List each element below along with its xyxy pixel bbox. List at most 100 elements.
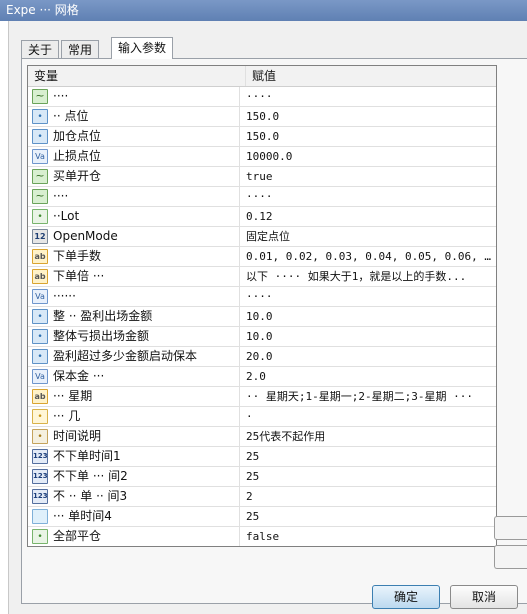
string-icon: ab [32, 269, 48, 284]
table-row[interactable]: 买单开仓 true [28, 166, 496, 186]
parameter-name-cell[interactable]: ab 下单手数 [28, 247, 240, 266]
parameter-value[interactable]: 25 [240, 467, 496, 486]
parameter-name-cell[interactable]: 123 不下单 ··· 间2 [28, 467, 240, 486]
table-row[interactable]: 整体亏损出场金额 10.0 [28, 326, 496, 346]
parameter-value[interactable]: 2 [240, 487, 496, 506]
enum-icon: 12 [32, 229, 48, 244]
parameter-name-cell[interactable]: 买单开仓 [28, 167, 240, 186]
parameter-name-cell[interactable]: Va 保本金 ··· [28, 367, 240, 386]
table-row[interactable]: 123 不 ·· 单 ·· 间3 2 [28, 486, 496, 506]
parameter-name: ··Lot [53, 209, 80, 223]
parameter-name-cell[interactable]: ···· [28, 187, 240, 206]
double-value-icon [32, 109, 48, 124]
parameter-name-cell[interactable]: 12 OpenMode [28, 227, 240, 246]
table-row[interactable]: ···· ···· [28, 186, 496, 206]
parameter-name-cell[interactable]: ab ··· 星期 [28, 387, 240, 406]
parameter-name-cell[interactable]: 加仓点位 [28, 127, 240, 146]
table-row[interactable]: 全部平仓 false [28, 526, 496, 546]
table-row[interactable]: 12 OpenMode 固定点位 [28, 226, 496, 246]
save-button[interactable] [494, 545, 527, 569]
parameter-name: 止损点位 [53, 149, 102, 163]
parameter-value[interactable]: 10.0 [240, 307, 496, 326]
table-row[interactable]: ab 下单倍 ··· 以下 ···· 如果大于1，就是以上的手数... [28, 266, 496, 286]
parameter-name-cell[interactable]: ab 下单倍 ··· [28, 267, 240, 286]
table-row[interactable]: 整 ·· 盈利出场金额 10.0 [28, 306, 496, 326]
parameter-value[interactable]: 25代表不起作用 [240, 427, 496, 446]
parameter-name-cell[interactable]: ·· 点位 [28, 107, 240, 126]
parameter-name: ·· 点位 [53, 109, 89, 123]
parameter-value[interactable]: 0.01, 0.02, 0.03, 0.04, 0.05, 0.06, 0.0.… [240, 247, 496, 266]
parameter-name-cell[interactable]: ··· 单时间4 [28, 507, 240, 526]
value-icon: Va [32, 369, 48, 384]
parameter-name-cell[interactable]: 盈利超过多少金额启动保本 [28, 347, 240, 366]
parameter-value[interactable]: 10000.0 [240, 147, 496, 166]
parameter-value[interactable]: 以下 ···· 如果大于1，就是以上的手数... [240, 267, 496, 286]
column-header-value[interactable]: 赋值 [246, 66, 496, 86]
parameter-value[interactable]: 2.0 [240, 367, 496, 386]
table-header: 变量 赋值 [28, 66, 496, 87]
tab-inputs[interactable]: 输入参数 [111, 37, 174, 59]
parameter-name: 不下单 ··· 间2 [53, 469, 128, 483]
tab-common[interactable]: 常用 [61, 40, 100, 59]
table-row[interactable]: 时间说明 25代表不起作用 [28, 426, 496, 446]
table-row[interactable]: 加仓点位 150.0 [28, 126, 496, 146]
ok-button[interactable]: 确定 [372, 585, 440, 609]
string-icon: ab [32, 389, 48, 404]
table-row[interactable]: ab ··· 星期 ·· 星期天;1-星期一;2-星期二;3-星期 ··· [28, 386, 496, 406]
parameter-name: ··· 星期 [53, 389, 93, 403]
parameters-table[interactable]: 变量 赋值 ···· ···· ·· 点位 150.0 加仓点位 150.0 Va 止损点位 1… [27, 65, 497, 547]
parameter-value[interactable]: 20.0 [240, 347, 496, 366]
parameter-value[interactable]: 固定点位 [240, 227, 496, 246]
table-row[interactable]: ··· 单时间4 25 [28, 506, 496, 526]
table-row[interactable]: ··Lot 0.12 [28, 206, 496, 226]
parameter-name-cell[interactable]: Va 止损点位 [28, 147, 240, 166]
parameter-value[interactable]: 10.0 [240, 327, 496, 346]
parameter-value[interactable]: ···· [240, 87, 496, 106]
parameter-name-cell[interactable]: Va ······ [28, 287, 240, 306]
parameter-name: 买单开仓 [53, 169, 102, 183]
table-row[interactable]: 123 不下单时间1 25 [28, 446, 496, 466]
parameter-value[interactable]: · [240, 407, 496, 426]
double-value-icon [32, 349, 48, 364]
cancel-button[interactable]: 取消 [450, 585, 518, 609]
parameter-name-cell[interactable]: ··Lot [28, 207, 240, 226]
bool-value-icon [32, 529, 48, 544]
parameter-name: 下单手数 [53, 249, 102, 263]
table-row[interactable]: ab 下单手数 0.01, 0.02, 0.03, 0.04, 0.05, 0.06… [28, 246, 496, 266]
parameter-name-cell[interactable]: 123 不下单时间1 [28, 447, 240, 466]
parameter-value[interactable]: 25 [240, 447, 496, 466]
parameter-value[interactable]: 150.0 [240, 107, 496, 126]
parameter-name-cell[interactable]: ··· 几 [28, 407, 240, 426]
parameter-name: 全部平仓 [53, 529, 102, 543]
integer-icon: 123 [32, 449, 48, 464]
parameter-name-cell[interactable]: 整 ·· 盈利出场金额 [28, 307, 240, 326]
table-row[interactable]: ···· ···· [28, 87, 496, 106]
chart-icon [32, 89, 48, 104]
table-row[interactable]: ·· 点位 150.0 [28, 106, 496, 126]
parameter-name: OpenMode [53, 229, 118, 243]
dialog-body: 关于 常用 输入参数 变量 赋值 ···· ···· ·· 点位 150.0 加仓点位 1… [8, 21, 527, 614]
parameter-name-cell[interactable]: 时间说明 [28, 427, 240, 446]
column-header-variable[interactable]: 变量 [28, 66, 246, 86]
function-icon [32, 409, 48, 424]
table-row[interactable]: ··· 几 · [28, 406, 496, 426]
parameter-value[interactable]: 0.12 [240, 207, 496, 226]
parameter-value[interactable]: ···· [240, 187, 496, 206]
parameter-value[interactable]: 150.0 [240, 127, 496, 146]
tab-about[interactable]: 关于 [21, 40, 60, 59]
parameter-value[interactable]: false [240, 527, 496, 546]
parameter-value[interactable]: ·· 星期天;1-星期一;2-星期二;3-星期 ··· [240, 387, 496, 406]
parameter-value[interactable]: 25 [240, 507, 496, 526]
table-row[interactable]: Va 止损点位 10000.0 [28, 146, 496, 166]
parameter-name-cell[interactable]: 全部平仓 [28, 527, 240, 546]
parameter-name-cell[interactable]: 123 不 ·· 单 ·· 间3 [28, 487, 240, 506]
table-row[interactable]: 123 不下单 ··· 间2 25 [28, 466, 496, 486]
parameter-value[interactable]: true [240, 167, 496, 186]
parameter-name-cell[interactable]: 整体亏损出场金额 [28, 327, 240, 346]
table-row[interactable]: Va ······ ···· [28, 286, 496, 306]
table-row[interactable]: 盈利超过多少金额启动保本 20.0 [28, 346, 496, 366]
table-row[interactable]: Va 保本金 ··· 2.0 [28, 366, 496, 386]
parameter-name-cell[interactable]: ···· [28, 87, 240, 106]
load-button[interactable] [494, 516, 527, 540]
parameter-value[interactable]: ···· [240, 287, 496, 306]
